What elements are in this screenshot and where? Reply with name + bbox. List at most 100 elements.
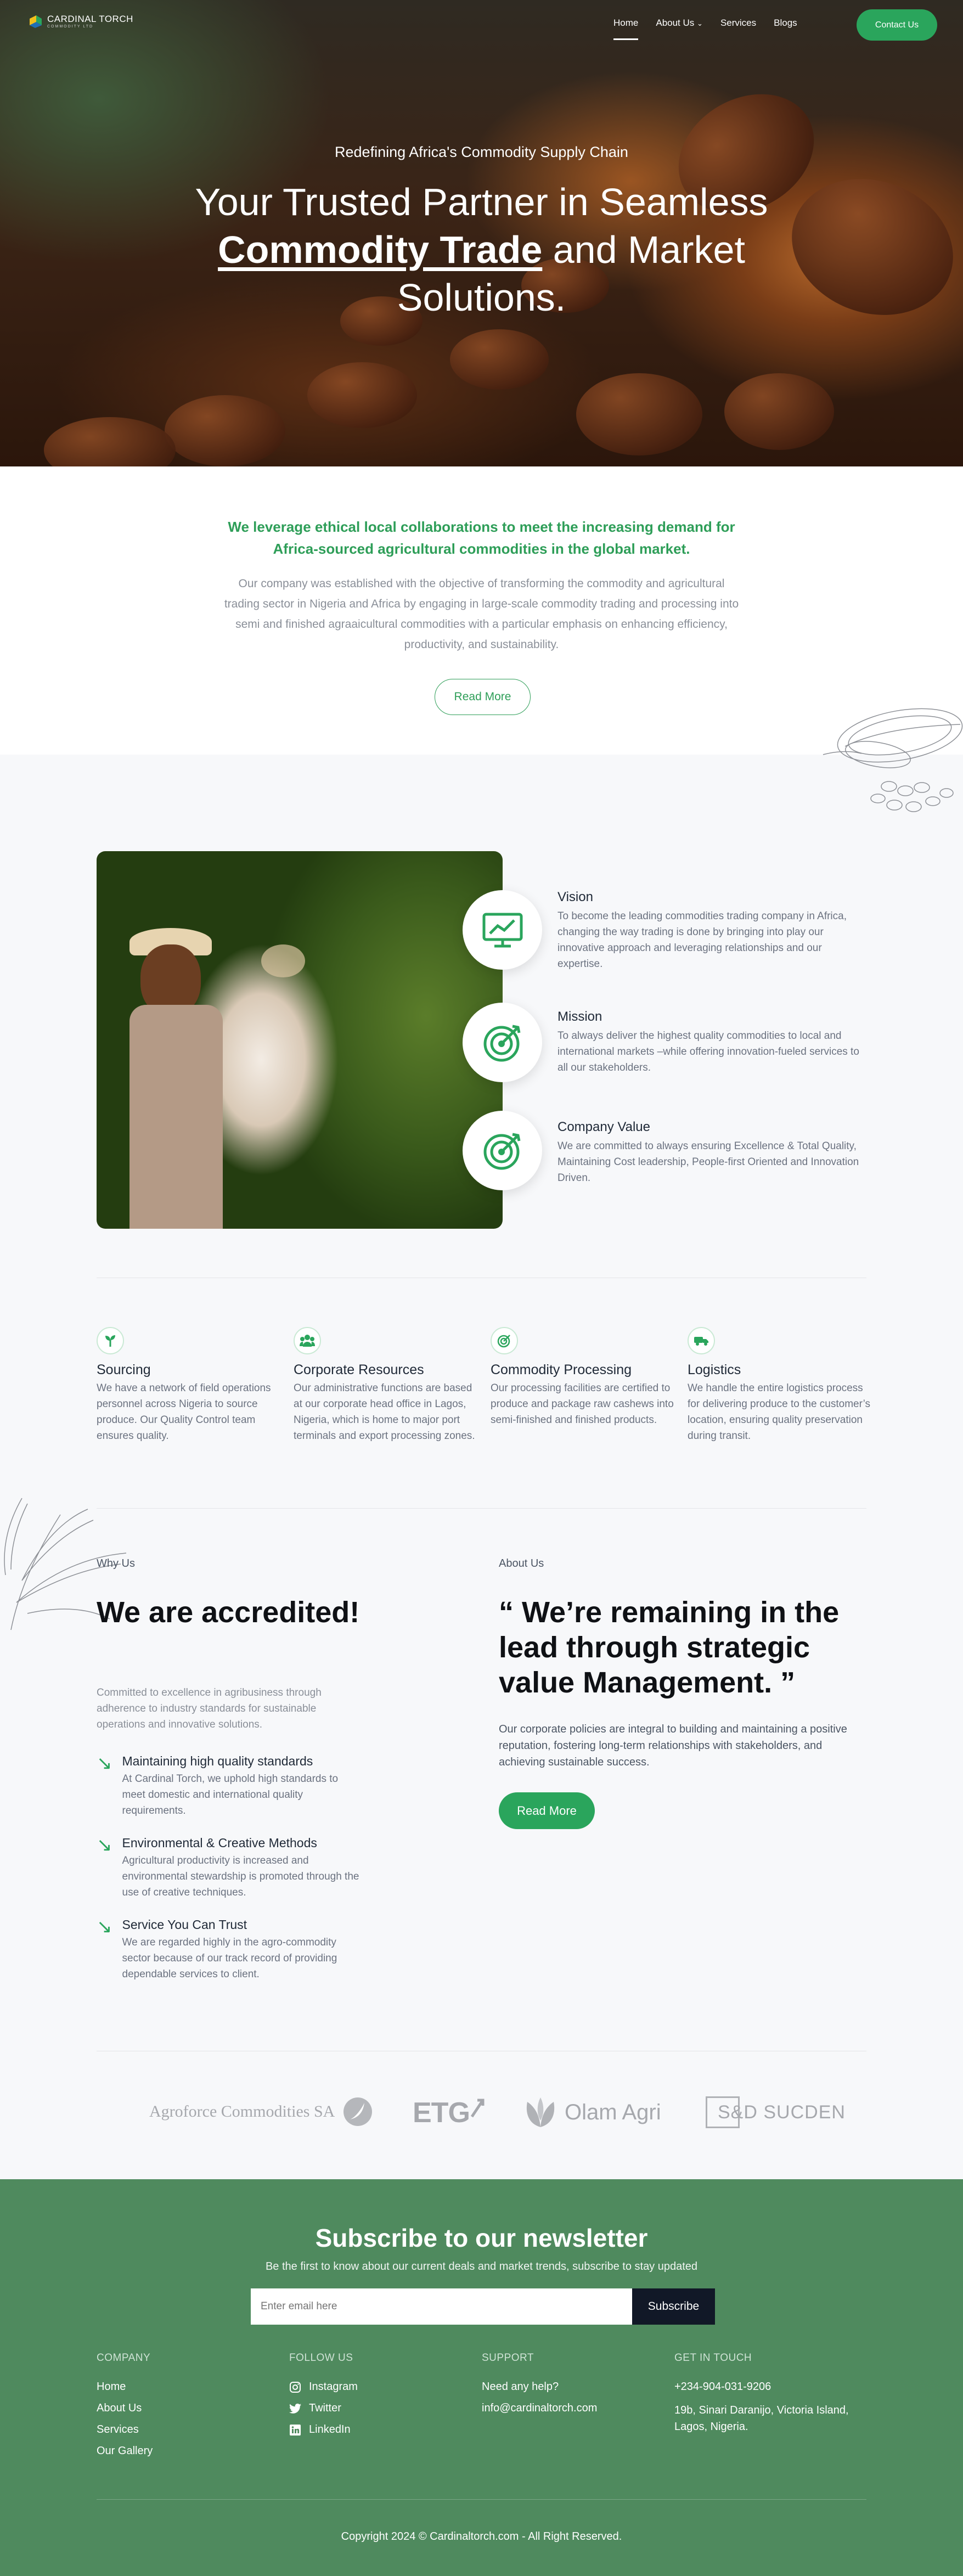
footer-link-services[interactable]: Services — [97, 2423, 261, 2436]
team-icon — [294, 1327, 321, 1354]
feature-processing: Commodity Processing Our processing faci… — [491, 1327, 674, 1428]
nav-blogs[interactable]: Blogs — [774, 18, 797, 40]
vision-text: To become the leading commodities tradin… — [557, 910, 847, 970]
about-read-more-button[interactable]: Read More — [499, 1792, 595, 1829]
feature-corporate: Corporate Resources Our administrative f… — [294, 1327, 477, 1444]
footer-link-label: Instagram — [309, 2381, 358, 2393]
nav-home[interactable]: Home — [613, 18, 639, 40]
hero-title: Your Trusted Partner in Seamless Commodi… — [137, 178, 826, 322]
why-heading: We are accredited! — [97, 1596, 360, 1629]
value-text: We are committed to always ensuring Exce… — [557, 1140, 859, 1184]
footer-company: COMPANY Home About Us Services Our Galle… — [97, 2352, 261, 2457]
target-icon — [483, 1133, 520, 1169]
why-item-title: Maintaining high quality standards — [122, 1754, 313, 1768]
feature-sourcing: Sourcing We have a network of field oper… — [97, 1327, 272, 1444]
arrow-down-right-icon: ↘ — [97, 1916, 112, 1937]
intro-read-more-button[interactable]: Read More — [435, 679, 531, 715]
footer-link-label: LinkedIn — [309, 2423, 351, 2436]
value-icon-circle — [463, 1111, 542, 1190]
footer-link-help[interactable]: Need any help? — [482, 2381, 646, 2393]
subscribe-button[interactable]: Subscribe — [632, 2288, 715, 2325]
footer-link-instagram[interactable]: Instagram — [289, 2381, 454, 2393]
nav-about-label: About Us — [656, 18, 695, 28]
newsletter-email-input[interactable] — [251, 2288, 632, 2325]
partner-name: Agroforce Commodities SA — [149, 2102, 335, 2121]
footer-link-label: Twitter — [309, 2402, 341, 2414]
footer-address: 19b, Sinari Daranijo, Victoria Island, L… — [674, 2404, 849, 2433]
footer-support: SUPPORT Need any help? info@cardinaltorc… — [482, 2352, 646, 2415]
intro-body: Our company was established with the obj… — [224, 577, 739, 651]
partner-etg: ETG — [413, 2096, 486, 2129]
partner-olam: Olam Agri — [524, 2096, 661, 2128]
why-item-text: At Cardinal Torch, we uphold high standa… — [122, 1773, 339, 1816]
why-item-title: Environmental & Creative Methods — [122, 1836, 317, 1850]
about-text: Our corporate policies are integral to b… — [499, 1723, 847, 1768]
footer-contact: GET IN TOUCH +234-904-031-9206 19b, Sina… — [674, 2352, 872, 2435]
top-nav: CARDINAL TORCH COMMODITY LTD Home About … — [0, 0, 963, 49]
footer-link-twitter[interactable]: Twitter — [289, 2402, 454, 2415]
feature-text: We have a network of field operations pe… — [97, 1382, 271, 1442]
feature-text: Our administrative functions are based a… — [294, 1382, 475, 1442]
mission-title: Mission — [557, 1009, 602, 1024]
chevron-down-icon: ⌄ — [697, 19, 703, 27]
value-block: Company Value We are committed to always… — [557, 1120, 863, 1186]
mission-icon-circle — [463, 1003, 542, 1082]
agroforce-logo-icon — [343, 2097, 373, 2126]
about-quote: “ We’re remaining in the lead through st… — [499, 1596, 840, 1699]
linkedin-icon — [290, 2424, 301, 2436]
cocoa-illustration — [823, 708, 963, 812]
mission-block: Mission To always deliver the highest qu… — [557, 1009, 863, 1076]
footer-heading: SUPPORT — [482, 2352, 534, 2364]
why-item-text: Agricultural productivity is increased a… — [122, 1855, 359, 1898]
footer-link-email[interactable]: info@cardinaltorch.com — [482, 2402, 646, 2415]
newsletter-title: Subscribe to our newsletter — [315, 2224, 648, 2252]
feature-text: We handle the entire logistics process f… — [688, 1382, 871, 1442]
why-intro: Committed to excellence in agribusiness … — [97, 1687, 322, 1730]
copyright: Copyright 2024 © Cardinaltorch.com - All… — [341, 2530, 622, 2543]
olam-leaf-icon — [526, 2097, 555, 2127]
about-label: About Us — [499, 1557, 544, 1570]
footer-link-gallery[interactable]: Our Gallery — [97, 2445, 261, 2457]
vision-block: Vision To become the leading commodities… — [557, 890, 863, 972]
footer-phone[interactable]: +234-904-031-9206 — [674, 2381, 872, 2393]
contact-button[interactable]: Contact Us — [857, 9, 937, 41]
target-icon — [483, 1025, 520, 1061]
nav-about[interactable]: About Us ⌄ — [656, 18, 703, 40]
arrow-down-right-icon: ↘ — [97, 1753, 112, 1774]
partner-name: ETG — [413, 2097, 470, 2129]
nav-links: Home About Us ⌄ Services Blogs — [613, 18, 797, 40]
why-item-text: We are regarded highly in the agro-commo… — [122, 1937, 337, 1980]
feature-text: Our processing facilities are certified … — [491, 1382, 674, 1426]
partner-name: Olam Agri — [565, 2100, 661, 2124]
why-item: ↘ Environmental & Creative Methods Agric… — [97, 1836, 360, 1900]
footer-link-about[interactable]: About Us — [97, 2402, 261, 2415]
twitter-icon — [289, 2403, 301, 2414]
why-item: ↘ Maintaining high quality standards At … — [97, 1754, 360, 1819]
truck-icon — [688, 1327, 715, 1354]
logo-text: CARDINAL TORCH — [47, 14, 133, 24]
logo-tagline: COMMODITY LTD — [47, 25, 94, 29]
feature-title: Corporate Resources — [294, 1362, 424, 1377]
instagram-icon — [290, 2381, 301, 2393]
hero-title-pre: Your Trusted Partner in Seamless — [195, 181, 768, 223]
chart-icon — [482, 913, 522, 947]
why-item: ↘ Service You Can Trust We are regarded … — [97, 1917, 360, 1982]
vision-title: Vision — [557, 890, 593, 904]
partner-agroforce: Agroforce Commodities SA — [149, 2096, 373, 2127]
footer-heading: FOLLOW US — [289, 2352, 353, 2364]
footer-link-home[interactable]: Home — [97, 2381, 261, 2393]
partner-name: S&D SUCDEN — [718, 2101, 846, 2123]
hero-title-bold: Commodity Trade — [218, 228, 543, 271]
arrow-down-right-icon: ↘ — [97, 1835, 112, 1855]
footer-link-linkedin[interactable]: LinkedIn — [289, 2423, 454, 2436]
nav-services[interactable]: Services — [720, 18, 756, 40]
footer: Subscribe to our newsletter Be the first… — [0, 2179, 963, 2576]
target-icon — [491, 1327, 518, 1354]
why-item-title: Service You Can Trust — [122, 1917, 247, 1932]
feature-logistics: Logistics We handle the entire logistics… — [688, 1327, 871, 1444]
footer-heading: GET IN TOUCH — [674, 2352, 752, 2364]
sprout-icon — [97, 1327, 124, 1354]
footer-heading: COMPANY — [97, 2352, 151, 2364]
hero-section: CARDINAL TORCH COMMODITY LTD Home About … — [0, 0, 963, 466]
brand-logo[interactable]: CARDINAL TORCH COMMODITY LTD — [29, 14, 133, 29]
